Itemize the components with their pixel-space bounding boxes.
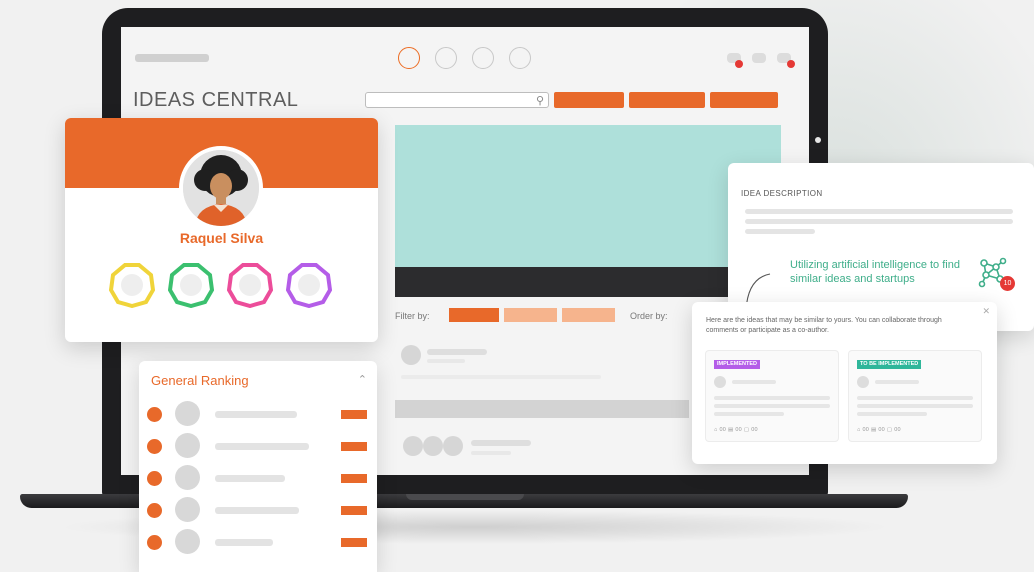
rank-position-dot [147,439,162,454]
mini-line [714,396,830,400]
ranking-row[interactable] [139,433,377,459]
avatar [175,401,200,426]
mini-line [857,404,973,408]
header-button-1[interactable] [554,92,624,108]
laptop-notch [406,494,524,500]
person-avatar-icon [183,150,259,226]
rank-score-bar [341,506,367,515]
progress-step-3[interactable] [472,47,494,69]
participant-avatar [403,436,423,456]
header-button-2[interactable] [629,92,705,108]
mini-line [714,404,830,408]
rank-name-placeholder [215,443,309,450]
idea-description-title: IDEA DESCRIPTION [741,189,823,198]
filter-chip-3[interactable] [562,308,615,322]
feed-line [427,349,487,355]
search-input[interactable]: ⚲ [365,92,549,108]
status-badge: IMPLEMENTED [714,360,761,369]
idea-description-line [745,229,815,234]
rank-position-dot [147,503,162,518]
avatar [175,529,200,554]
rank-name-placeholder [215,475,285,482]
page-title: IDEAS CENTRAL [133,89,299,111]
mini-line [857,412,927,416]
rank-name-placeholder [215,539,273,546]
progress-step-1[interactable] [398,47,420,69]
ai-feature-text: Utilizing artificial intelligence to fin… [790,259,960,285]
similar-count-badge: 10 [1000,276,1015,291]
badge-icon-purple[interactable] [286,262,332,308]
participant-line [471,440,531,446]
similar-ideas-card: ✕ Here are the ideas that may be similar… [692,302,997,464]
rank-score-bar [341,538,367,547]
filter-chip-1[interactable] [449,308,499,322]
avatar [175,497,200,522]
mini-line [732,380,776,384]
close-icon[interactable]: ✕ [982,306,990,317]
ranking-row[interactable] [139,497,377,523]
idea-description-line [745,219,1013,224]
progress-step-4[interactable] [509,47,531,69]
idea-stats: ⌂ 00 ▤ 00 ▢ 00 [857,427,901,433]
participant-avatar [443,436,463,456]
rank-position-dot [147,407,162,422]
feed-line [427,359,465,363]
profile-card: Raquel Silva [65,118,378,342]
order-label: Order by: [630,311,668,321]
mini-line [714,412,784,416]
mini-line [857,396,973,400]
feed-avatar [401,345,421,365]
rank-score-bar [341,410,367,419]
ranking-row[interactable] [139,529,377,555]
avatar [175,465,200,490]
comment-toolbar[interactable] [395,400,689,418]
heart-icon[interactable] [752,53,766,63]
chevron-up-icon[interactable]: ⌃ [358,373,367,386]
idea-description-line [745,209,1013,214]
similar-idea-card[interactable]: TO BE IMPLEMENTED ⌂ 00 ▤ 00 ▢ 00 [848,350,982,442]
similar-idea-card[interactable]: IMPLEMENTED ⌂ 00 ▤ 00 ▢ 00 [705,350,839,442]
rank-position-dot [147,535,162,550]
participant-avatar [423,436,443,456]
filter-label: Filter by: [395,311,430,321]
ranking-row[interactable] [139,401,377,427]
filter-chip-2[interactable] [504,308,557,322]
similar-ideas-description: Here are the ideas that may be similar t… [706,317,942,334]
rank-name-placeholder [215,411,297,418]
rank-name-placeholder [215,507,299,514]
rank-score-bar [341,474,367,483]
idea-stats: ⌂ 00 ▤ 00 ▢ 00 [714,427,758,433]
ranking-card: General Ranking ⌃ [139,361,377,572]
progress-step-2[interactable] [435,47,457,69]
header-button-3[interactable] [710,92,778,108]
badge-icon-green[interactable] [168,262,214,308]
avatar [857,376,869,388]
video-player[interactable] [395,125,781,267]
avatar [175,433,200,458]
rank-position-dot [147,471,162,486]
feed-line [401,375,601,379]
badge-icon-pink[interactable] [227,262,273,308]
laptop-camera [815,137,821,143]
status-badge: TO BE IMPLEMENTED [857,360,922,369]
ranking-title: General Ranking [151,373,249,388]
rank-score-bar [341,442,367,451]
mini-line [875,380,919,384]
app-logo-placeholder [135,54,209,62]
profile-name: Raquel Silva [179,230,264,246]
profile-avatar[interactable] [179,146,263,230]
badge-icon-yellow[interactable] [109,262,155,308]
menu-notification-dot [787,60,795,68]
ranking-row[interactable] [139,465,377,491]
participant-line [471,451,511,455]
chat-notification-dot [735,60,743,68]
search-icon[interactable]: ⚲ [536,94,544,107]
avatar [714,376,726,388]
